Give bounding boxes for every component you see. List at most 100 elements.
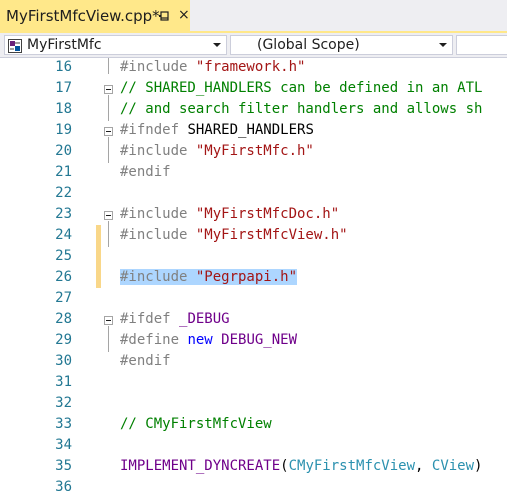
code-line[interactable]: 26 #include "Pegrpapi.h" — [0, 267, 507, 288]
outline-guide — [108, 137, 109, 163]
code-line[interactable]: 23 #include "MyFirstMfcDoc.h" — [0, 204, 507, 225]
code-line[interactable]: 34 — [0, 435, 507, 456]
line-number: 35 — [55, 458, 72, 474]
line-number: 27 — [55, 290, 72, 306]
chevron-down-icon — [439, 43, 447, 47]
code-token: new — [187, 332, 222, 348]
change-indicator-bar — [96, 246, 101, 267]
outline-collapse-icon[interactable] — [104, 316, 113, 325]
line-number: 19 — [55, 122, 72, 138]
code-editor[interactable]: 16 #include "framework.h" 17 // SHARED_HAND… — [0, 58, 507, 494]
code-line[interactable]: 17 // SHARED_HANDLERS can be defined in a… — [0, 78, 507, 99]
code-text: #include "MyFirstMfc.h" — [120, 141, 314, 162]
line-number: 16 — [55, 59, 72, 75]
document-tab-strip: MyFirstMfcView.cpp* × — [0, 0, 507, 31]
line-number: 31 — [55, 374, 72, 390]
line-number: 18 — [55, 101, 72, 117]
line-number: 34 — [55, 437, 72, 453]
code-token: #ifndef — [120, 122, 188, 138]
close-icon[interactable]: × — [178, 8, 190, 22]
code-text: #include "MyFirstMfcView.h" — [120, 225, 348, 246]
text-selection: #include "Pegrpapi.h" — [120, 269, 298, 285]
member-dropdown[interactable] — [456, 35, 507, 55]
code-line[interactable]: 24 #include "MyFirstMfcView.h" — [0, 225, 507, 246]
code-line[interactable]: 35 IMPLEMENT_DYNCREATE(CMyFirstMfcView, C… — [0, 456, 507, 477]
code-token: #include — [120, 206, 196, 222]
code-token: #ifdef — [120, 311, 180, 327]
code-token: IMPLEMENT_DYNCREATE — [120, 458, 281, 474]
line-number: 29 — [55, 332, 72, 348]
code-token: "MyFirstMfc.h" — [195, 143, 314, 159]
line-number: 24 — [55, 227, 72, 243]
code-line[interactable]: 18 // and search filter handlers and allo… — [0, 99, 507, 120]
outline-guide — [108, 221, 109, 247]
code-text: #include "MyFirstMfcDoc.h" — [120, 204, 339, 225]
line-number: 20 — [55, 143, 72, 159]
code-line[interactable]: 28 #ifdef _DEBUG — [0, 309, 507, 330]
code-line[interactable]: 31 — [0, 372, 507, 393]
code-token: , — [415, 458, 432, 474]
code-line[interactable]: 36 — [0, 477, 507, 494]
line-number: 28 — [55, 311, 72, 327]
chevron-down-icon — [213, 43, 221, 47]
code-token: // and search filter handlers and allows… — [120, 101, 483, 117]
outline-collapse-icon[interactable] — [104, 127, 113, 136]
tab-title: MyFirstMfcView.cpp* — [6, 7, 160, 25]
line-number: 21 — [55, 164, 72, 180]
code-line[interactable]: 27 — [0, 288, 507, 309]
code-line[interactable]: 32 — [0, 393, 507, 414]
scope-dropdown[interactable]: (Global Scope) — [230, 35, 453, 55]
code-text: #endif — [120, 351, 171, 372]
code-line[interactable]: 22 — [0, 183, 507, 204]
tab-myfirstmfcview-cpp[interactable]: MyFirstMfcView.cpp* × — [0, 0, 190, 31]
code-line[interactable]: 21 #endif — [0, 162, 507, 183]
pin-icon[interactable] — [158, 8, 170, 22]
code-token: #endif — [120, 353, 171, 369]
line-number: 23 — [55, 206, 72, 222]
code-text: #endif — [120, 162, 171, 183]
navigation-bar: MyFirstMfc (Global Scope) — [0, 33, 507, 58]
code-line[interactable]: 16 #include "framework.h" — [0, 58, 507, 78]
code-line[interactable]: 25 — [0, 246, 507, 267]
code-token: #include — [120, 143, 196, 159]
code-line[interactable]: 33 // CMyFirstMfcView — [0, 414, 507, 435]
code-token: DEBUG_NEW — [221, 332, 298, 348]
code-token: #include — [120, 227, 196, 243]
code-token: ) — [474, 458, 483, 474]
outline-collapse-icon[interactable] — [104, 211, 113, 220]
line-number: 32 — [55, 395, 72, 411]
code-text: #define new DEBUG_NEW — [120, 330, 297, 351]
code-line[interactable]: 29 #define new DEBUG_NEW — [0, 330, 507, 351]
code-text: #include "Pegrpapi.h" — [120, 267, 298, 288]
line-number: 22 — [55, 185, 72, 201]
code-line[interactable]: 19 #ifndef SHARED_HANDLERS — [0, 120, 507, 141]
outline-guide — [108, 58, 109, 74]
code-text: // CMyFirstMfcView — [120, 414, 272, 435]
outline-collapse-icon[interactable] — [104, 85, 113, 94]
line-number: 17 — [55, 80, 72, 96]
code-token: #endif — [120, 164, 171, 180]
code-token: // CMyFirstMfcView — [120, 416, 272, 432]
line-number: 33 — [55, 416, 72, 432]
project-icon — [8, 38, 22, 53]
line-number: 26 — [55, 269, 72, 285]
code-text: #ifdef _DEBUG — [120, 309, 230, 330]
outline-guide — [108, 326, 109, 352]
code-token: #define — [120, 332, 188, 348]
code-token: // SHARED_HANDLERS can be defined in an … — [120, 80, 483, 96]
code-token: _DEBUG — [179, 311, 230, 327]
code-text: IMPLEMENT_DYNCREATE(CMyFirstMfcView, CVi… — [120, 456, 482, 477]
code-line[interactable]: 30 #endif — [0, 351, 507, 372]
change-indicator-bar — [96, 225, 101, 246]
code-token: "MyFirstMfcView.h" — [195, 227, 348, 243]
code-token: CMyFirstMfcView — [288, 458, 416, 474]
code-text: #include "framework.h" — [120, 58, 305, 78]
code-text: #ifndef SHARED_HANDLERS — [120, 120, 314, 141]
code-line[interactable]: 20 #include "MyFirstMfc.h" — [0, 141, 507, 162]
scope-dropdown-value: (Global Scope) — [257, 37, 360, 53]
code-token: "Pegrpapi.h" — [195, 269, 298, 285]
code-text: // SHARED_HANDLERS can be defined in an … — [120, 78, 482, 99]
line-number: 25 — [55, 248, 72, 264]
code-token: "MyFirstMfcDoc.h" — [195, 206, 340, 222]
project-dropdown[interactable]: MyFirstMfc — [4, 35, 227, 55]
